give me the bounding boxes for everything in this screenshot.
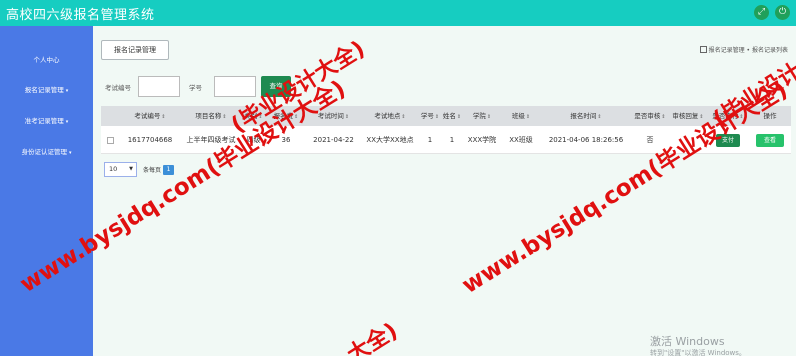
breadcrumb: 报名记录管理 • 报名记录列表 bbox=[699, 45, 788, 54]
cell-college: XXX学院 bbox=[467, 136, 497, 144]
header-project[interactable]: 项目名称⇕ bbox=[181, 106, 241, 126]
header-college[interactable]: 学院⇕ bbox=[463, 106, 501, 126]
page-size-select[interactable]: 10 ▼ bbox=[104, 162, 137, 177]
logout-icon[interactable]: ⏻ bbox=[775, 5, 790, 20]
header-reply[interactable]: 审核回复⇕ bbox=[669, 106, 707, 126]
row-select-checkbox[interactable] bbox=[101, 126, 119, 154]
cell-student-no: 1 bbox=[427, 136, 433, 144]
fullscreen-icon[interactable]: ⤢ bbox=[754, 5, 769, 20]
header-actions: 操作 bbox=[763, 112, 777, 120]
sidebar-item-label: 身份证认证管理 bbox=[21, 148, 67, 156]
breadcrumb-separator: • bbox=[746, 47, 751, 54]
cell-actions: 查看 bbox=[749, 126, 791, 154]
header-exam-time[interactable]: 考试时间⇕ bbox=[306, 106, 361, 126]
page-number-current[interactable]: 1 bbox=[163, 165, 174, 175]
breadcrumb-level2: 报名记录列表 bbox=[751, 47, 788, 54]
app-title: 高校四六级报名管理系统 bbox=[6, 8, 155, 23]
table-row: 1617704668 上半年四级考试 四级 36 2021-04-22 XX大学… bbox=[101, 126, 791, 154]
header-signup-time[interactable]: 报名时间⇕ bbox=[541, 106, 631, 126]
cell-name: 1 bbox=[449, 136, 455, 144]
sidebar-item-label: 个人中心 bbox=[33, 56, 60, 64]
per-page-label: 条每页 bbox=[143, 167, 162, 174]
exam-no-label: 考试编号 bbox=[105, 84, 131, 92]
cell-class: XX班级 bbox=[509, 136, 533, 144]
home-icon[interactable] bbox=[699, 46, 707, 53]
page-size-value: 10 bbox=[109, 165, 118, 173]
sidebar: 个人中心 报名记录管理 ▾ 准考记录管理 ▾ 身份证认证管理 ▾ bbox=[0, 26, 93, 356]
cell-fee: 36 bbox=[281, 136, 291, 144]
sidebar-item-admission-records[interactable]: 准考记录管理 ▾ bbox=[0, 114, 93, 128]
header-audited[interactable]: 是否审核⇕ bbox=[631, 106, 669, 126]
sidebar-item-label: 准考记录管理 bbox=[24, 117, 64, 125]
student-no-input[interactable] bbox=[214, 76, 256, 97]
header-select bbox=[101, 106, 119, 126]
activation-title: 激活 Windows bbox=[650, 335, 725, 348]
breadcrumb-level1[interactable]: 报名记录管理 bbox=[709, 47, 745, 54]
pay-button[interactable]: 支付 bbox=[716, 133, 740, 147]
header-category[interactable]: 类别⇕ bbox=[241, 106, 266, 126]
sidebar-item-label: 报名记录管理 bbox=[24, 86, 64, 94]
view-button[interactable]: 查看 bbox=[756, 133, 784, 147]
header-fee[interactable]: 报名费⇕ bbox=[266, 106, 306, 126]
sidebar-item-registration-records[interactable]: 报名记录管理 ▾ bbox=[0, 83, 93, 97]
exam-no-input[interactable] bbox=[138, 76, 180, 97]
chevron-down-icon: ▼ bbox=[129, 166, 133, 172]
cell-project: 上半年四级考试 bbox=[186, 136, 236, 144]
main-content: 报名记录管理 报名记录管理 • 报名记录列表 考试编号 学号 查询 考试编号⇕ … bbox=[93, 26, 796, 356]
header-class[interactable]: 班级⇕ bbox=[501, 106, 541, 126]
sidebar-item-personal-center[interactable]: 个人中心 bbox=[0, 53, 93, 67]
cell-signup-time: 2021-04-06 18:26:56 bbox=[548, 136, 624, 144]
table-header: 考试编号⇕ 项目名称⇕ 类别⇕ 报名费⇕ 考试时间⇕ 考试地点⇕ 学号⇕ 姓名⇕… bbox=[101, 106, 791, 126]
header-location[interactable]: 考试地点⇕ bbox=[361, 106, 419, 126]
search-button[interactable]: 查询 bbox=[261, 76, 291, 97]
cell-exam-time: 2021-04-22 bbox=[313, 136, 354, 144]
caret-down-icon: ▾ bbox=[65, 119, 69, 125]
sidebar-item-id-verification[interactable]: 身份证认证管理 ▾ bbox=[0, 145, 93, 159]
cell-category: 四级 bbox=[246, 136, 261, 144]
cell-paid: 支付 bbox=[707, 126, 749, 154]
cell-exam-no: 1617704668 bbox=[127, 136, 173, 144]
header-exam-no[interactable]: 考试编号⇕ bbox=[119, 106, 181, 126]
cell-location: XX大学XX地点 bbox=[366, 136, 414, 144]
header-paid[interactable]: 是否支付⇕ bbox=[707, 106, 749, 126]
cell-reply bbox=[669, 126, 707, 154]
top-bar: 高校四六级报名管理系统 ⤢ ⏻ bbox=[0, 0, 796, 26]
caret-down-icon: ▾ bbox=[65, 88, 69, 94]
activation-subtitle: 转到"设置"以激活 Windows。 bbox=[650, 349, 746, 356]
student-no-label: 学号 bbox=[189, 84, 202, 92]
cell-audited: 否 bbox=[646, 136, 654, 144]
header-name[interactable]: 姓名⇕ bbox=[441, 106, 463, 126]
caret-down-icon: ▾ bbox=[68, 150, 72, 156]
header-student-no[interactable]: 学号⇕ bbox=[419, 106, 441, 126]
tab-registration-records[interactable]: 报名记录管理 bbox=[101, 40, 169, 60]
